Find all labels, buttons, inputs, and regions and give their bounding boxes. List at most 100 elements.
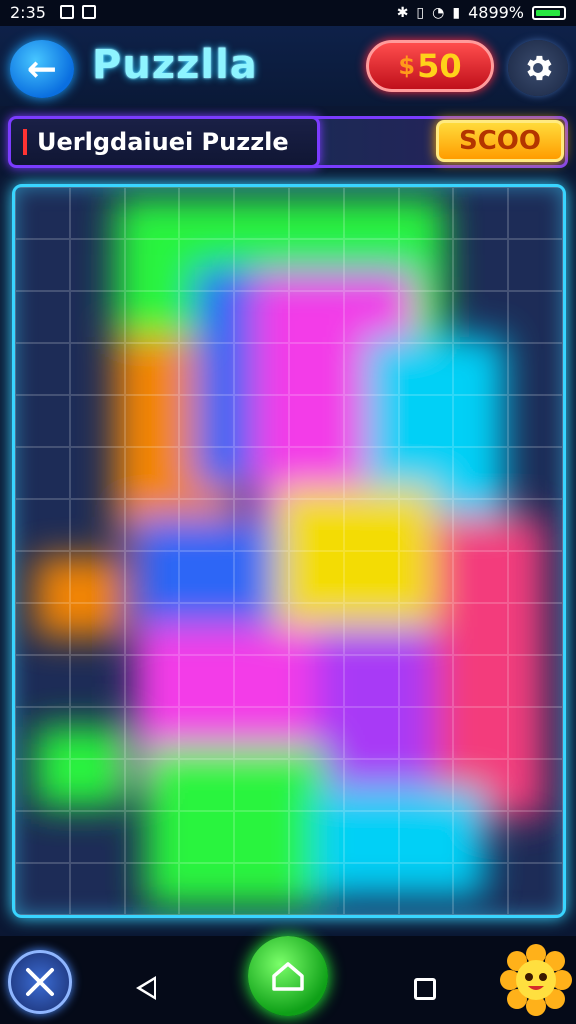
- puzzle-piece[interactable]: [508, 655, 563, 707]
- puzzle-piece[interactable]: [508, 187, 563, 239]
- puzzle-piece[interactable]: [398, 863, 454, 915]
- puzzle-piece[interactable]: [69, 187, 125, 239]
- back-button[interactable]: ←: [10, 40, 74, 98]
- puzzle-piece[interactable]: [15, 603, 70, 655]
- puzzle-piece[interactable]: [124, 707, 180, 759]
- puzzle-piece[interactable]: [508, 759, 563, 811]
- puzzle-piece[interactable]: [15, 811, 70, 863]
- puzzle-piece[interactable]: [15, 655, 70, 707]
- puzzle-piece[interactable]: [234, 187, 289, 239]
- puzzle-piece[interactable]: [124, 811, 180, 863]
- puzzle-piece[interactable]: [15, 499, 70, 551]
- puzzle-piece[interactable]: [398, 395, 454, 447]
- puzzle-piece[interactable]: [15, 291, 70, 343]
- puzzle-piece[interactable]: [234, 343, 289, 395]
- puzzle-piece[interactable]: [69, 395, 125, 447]
- puzzle-piece[interactable]: [15, 707, 70, 759]
- puzzle-piece[interactable]: [179, 447, 235, 499]
- puzzle-piece[interactable]: [453, 447, 509, 499]
- puzzle-piece[interactable]: [398, 239, 454, 291]
- puzzle-piece[interactable]: [508, 811, 563, 863]
- puzzle-piece[interactable]: [179, 395, 235, 447]
- puzzle-piece[interactable]: [398, 707, 454, 759]
- puzzle-piece[interactable]: [398, 291, 454, 343]
- puzzle-piece[interactable]: [69, 343, 125, 395]
- puzzle-piece[interactable]: [124, 499, 180, 551]
- puzzle-piece[interactable]: [69, 863, 125, 915]
- puzzle-piece[interactable]: [453, 499, 509, 551]
- puzzle-piece[interactable]: [179, 551, 235, 603]
- puzzle-piece[interactable]: [288, 603, 344, 655]
- puzzle-piece[interactable]: [179, 603, 235, 655]
- sunflower-mascot-icon[interactable]: [500, 944, 572, 1016]
- puzzle-piece[interactable]: [69, 291, 125, 343]
- puzzle-piece[interactable]: [234, 291, 289, 343]
- puzzle-piece[interactable]: [179, 239, 235, 291]
- puzzle-piece[interactable]: [179, 499, 235, 551]
- puzzle-piece[interactable]: [453, 395, 509, 447]
- puzzle-piece[interactable]: [288, 239, 344, 291]
- puzzle-piece[interactable]: [288, 343, 344, 395]
- puzzle-piece[interactable]: [234, 759, 289, 811]
- puzzle-piece[interactable]: [15, 187, 70, 239]
- puzzle-piece[interactable]: [288, 655, 344, 707]
- puzzle-piece[interactable]: [343, 291, 399, 343]
- puzzle-piece[interactable]: [179, 655, 235, 707]
- puzzle-piece[interactable]: [124, 655, 180, 707]
- puzzle-piece[interactable]: [179, 811, 235, 863]
- puzzle-piece[interactable]: [288, 863, 344, 915]
- puzzle-piece[interactable]: [69, 447, 125, 499]
- puzzle-piece[interactable]: [124, 759, 180, 811]
- puzzle-piece[interactable]: [288, 759, 344, 811]
- puzzle-piece[interactable]: [453, 291, 509, 343]
- puzzle-piece[interactable]: [453, 811, 509, 863]
- tools-button[interactable]: [8, 950, 72, 1014]
- puzzle-piece[interactable]: [398, 603, 454, 655]
- home-button[interactable]: [248, 936, 328, 1016]
- puzzle-piece[interactable]: [15, 239, 70, 291]
- puzzle-piece[interactable]: [234, 707, 289, 759]
- puzzle-piece[interactable]: [288, 499, 344, 551]
- puzzle-piece[interactable]: [343, 863, 399, 915]
- puzzle-piece[interactable]: [343, 707, 399, 759]
- puzzle-piece[interactable]: [453, 655, 509, 707]
- puzzle-piece[interactable]: [508, 239, 563, 291]
- puzzle-piece[interactable]: [234, 551, 289, 603]
- puzzle-piece[interactable]: [288, 447, 344, 499]
- puzzle-piece[interactable]: [288, 707, 344, 759]
- puzzle-piece[interactable]: [508, 603, 563, 655]
- puzzle-piece[interactable]: [453, 603, 509, 655]
- puzzle-piece[interactable]: [343, 551, 399, 603]
- puzzle-piece[interactable]: [508, 863, 563, 915]
- puzzle-piece[interactable]: [15, 447, 70, 499]
- puzzle-piece[interactable]: [69, 759, 125, 811]
- puzzle-piece[interactable]: [398, 447, 454, 499]
- puzzle-piece[interactable]: [179, 187, 235, 239]
- puzzle-piece[interactable]: [453, 863, 509, 915]
- puzzle-piece[interactable]: [343, 655, 399, 707]
- puzzle-piece[interactable]: [234, 811, 289, 863]
- recent-square-icon[interactable]: [414, 978, 436, 1000]
- puzzle-piece[interactable]: [453, 187, 509, 239]
- puzzle-piece[interactable]: [234, 499, 289, 551]
- puzzle-piece[interactable]: [343, 603, 399, 655]
- puzzle-piece[interactable]: [343, 239, 399, 291]
- puzzle-piece[interactable]: [398, 343, 454, 395]
- puzzle-piece[interactable]: [124, 343, 180, 395]
- puzzle-piece[interactable]: [124, 395, 180, 447]
- puzzle-piece[interactable]: [69, 655, 125, 707]
- puzzle-piece[interactable]: [508, 343, 563, 395]
- puzzle-piece[interactable]: [15, 759, 70, 811]
- puzzle-piece[interactable]: [124, 239, 180, 291]
- puzzle-piece[interactable]: [69, 603, 125, 655]
- puzzle-piece[interactable]: [15, 343, 70, 395]
- puzzle-piece[interactable]: [124, 447, 180, 499]
- puzzle-piece[interactable]: [234, 239, 289, 291]
- puzzle-piece[interactable]: [124, 863, 180, 915]
- puzzle-piece[interactable]: [288, 811, 344, 863]
- puzzle-piece[interactable]: [398, 187, 454, 239]
- puzzle-piece[interactable]: [343, 187, 399, 239]
- puzzle-piece[interactable]: [179, 343, 235, 395]
- puzzle-board[interactable]: [12, 184, 566, 918]
- puzzle-piece[interactable]: [124, 551, 180, 603]
